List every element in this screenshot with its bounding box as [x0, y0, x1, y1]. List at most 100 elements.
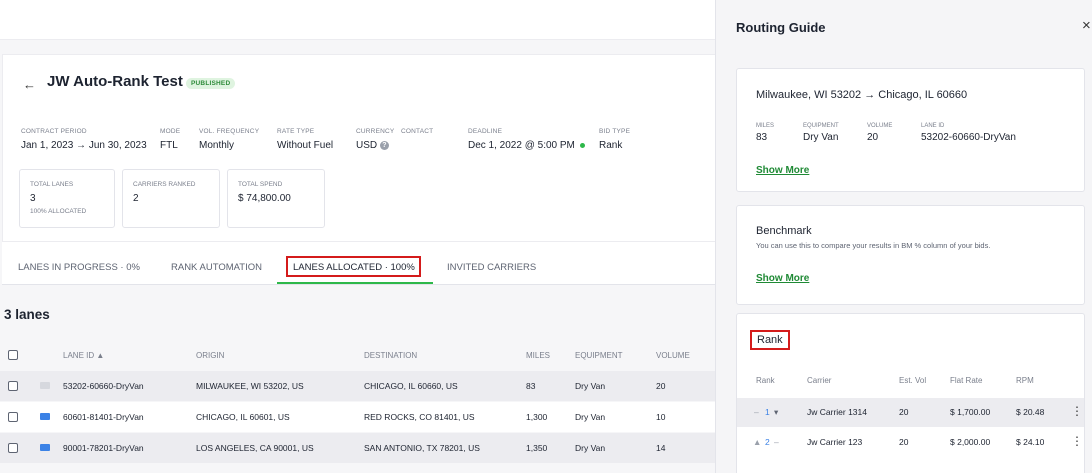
lane-id-label: LANE ID [921, 123, 945, 129]
deadline-value: Dec 1, 2022 @ 5:00 PM [468, 140, 585, 151]
status-dot-icon [579, 142, 585, 148]
table-row[interactable]: 60601-81401-DryVan CHICAGO, IL 60601, US… [0, 402, 715, 432]
rank-number: 1 [765, 407, 770, 417]
lane-id-cell: 53202-60660-DryVan [63, 381, 144, 391]
contract-period-value: Jan 1, 2023 → Jun 30, 2023 [21, 140, 147, 151]
table-row[interactable]: 90001-78201-DryVan LOS ANGELES, CA 90001… [0, 433, 715, 463]
destination-cell: SAN ANTONIO, TX 78201, US [364, 443, 480, 453]
carriers-ranked-value: 2 [133, 193, 139, 204]
flat-rate-value: $ 1,700.00 [950, 407, 991, 417]
benchmark-title: Benchmark [756, 225, 812, 237]
volume-column-header: VOLUME [656, 351, 690, 360]
miles-column-header: MILES [526, 351, 551, 360]
rank-number: 2 [765, 437, 770, 447]
lane-id-cell: 60601-81401-DryVan [63, 412, 144, 422]
rank-row[interactable]: ▲ 2 – Jw Carrier 123 20 $ 2,000.00 $ 24.… [737, 428, 1084, 457]
bid-type-label: BID TYPE [599, 128, 631, 135]
equipment-cell: Dry Van [575, 381, 606, 391]
top-bar [0, 0, 715, 40]
rate-type-value: Without Fuel [277, 140, 334, 151]
close-icon[interactable]: × [1082, 17, 1091, 34]
select-all-checkbox[interactable] [8, 350, 18, 360]
contact-label: CONTACT [401, 128, 434, 135]
rank-up-icon[interactable]: – [754, 407, 759, 417]
destination-cell: CHICAGO, IL 60660, US [364, 381, 458, 391]
tab-invited-carriers[interactable]: INVITED CARRIERS [447, 262, 536, 273]
miles-cell: 83 [526, 381, 536, 391]
rank-column-header: Rank [756, 376, 775, 385]
vol-frequency-value: Monthly [199, 140, 235, 151]
rpm-value: $ 20.48 [1016, 407, 1045, 417]
panel-title: Routing Guide [736, 20, 826, 35]
status-badge: PUBLISHED [186, 78, 236, 89]
row-checkbox[interactable] [8, 381, 18, 391]
equipment-value: Dry Van [803, 132, 839, 143]
mail-icon [40, 444, 50, 451]
volume-cell: 10 [656, 412, 666, 422]
carriers-ranked-card: CARRIERS RANKED 2 [122, 169, 220, 228]
benchmark-show-more-link[interactable]: Show More [756, 273, 809, 284]
destination-cell: RED ROCKS, CO 81401, US [364, 412, 475, 422]
back-arrow-icon[interactable]: ← [23, 77, 36, 92]
lane-summary-card: Milwaukee, WI 53202 → Chicago, IL 60660 … [736, 68, 1085, 192]
rate-type-label: RATE TYPE [277, 128, 315, 135]
contract-page: ← JW Auto-Rank Test PUBLISHED CONTRACT P… [0, 0, 715, 473]
total-lanes-value: 3 [30, 193, 36, 204]
routing-guide-panel: Routing Guide × Milwaukee, WI 53202 → Ch… [715, 0, 1092, 473]
table-row[interactable]: 53202-60660-DryVan MILWAUKEE, WI 53202, … [0, 371, 715, 401]
more-options-icon[interactable]: ⋮ [1071, 404, 1083, 418]
lane-id-value: 53202-60660-DryVan [921, 132, 1016, 143]
contract-period-label: CONTRACT PERIOD [21, 128, 87, 135]
deadline-label: DEADLINE [468, 128, 503, 135]
lane-id-column-header[interactable]: LANE ID ▲ [63, 351, 104, 360]
origin-cell: CHICAGO, IL 60601, US [196, 412, 290, 422]
chevron-down-icon[interactable]: ▾ [774, 407, 778, 418]
rpm-value: $ 24.10 [1016, 437, 1045, 447]
est-vol-column-header: Est. Vol [899, 376, 927, 385]
contract-title: JW Auto-Rank Test [47, 73, 183, 90]
lanes-table: LANE ID ▲ ORIGIN DESTINATION MILES EQUIP… [0, 340, 715, 473]
mode-value: FTL [160, 140, 178, 151]
row-checkbox[interactable] [8, 443, 18, 453]
total-lanes-card: TOTAL LANES 3 100% ALLOCATED [19, 169, 115, 228]
est-vol-value: 20 [899, 437, 909, 447]
equipment-cell: Dry Van [575, 412, 606, 422]
total-spend-label: TOTAL SPEND [238, 181, 283, 188]
flat-rate-value: $ 2,000.00 [950, 437, 991, 447]
destination-column-header: DESTINATION [364, 351, 418, 360]
rpm-column-header: RPM [1016, 376, 1034, 385]
table-header: LANE ID ▲ ORIGIN DESTINATION MILES EQUIP… [0, 340, 715, 370]
tab-lanes-in-progress[interactable]: LANES IN PROGRESS · 0% [18, 262, 140, 273]
rank-up-icon[interactable]: ▲ [753, 437, 761, 447]
mode-label: MODE [160, 128, 181, 135]
tab-lanes-allocated[interactable]: LANES ALLOCATED · 100% [293, 262, 415, 273]
carrier-column-header: Carrier [807, 376, 832, 385]
currency-value: USD ? [356, 140, 389, 151]
bid-type-value: Rank [599, 140, 623, 151]
volume-value: 20 [867, 132, 879, 143]
flat-rate-column-header: Flat Rate [950, 376, 983, 385]
volume-cell: 20 [656, 381, 666, 391]
rank-row[interactable]: – 1 ▾ Jw Carrier 1314 20 $ 1,700.00 $ 20… [737, 398, 1084, 427]
benchmark-card: Benchmark You can use this to compare yo… [736, 205, 1085, 305]
miles-label: MILES [756, 123, 775, 129]
miles-cell: 1,350 [526, 443, 548, 453]
contract-header-card: ← JW Auto-Rank Test PUBLISHED CONTRACT P… [2, 54, 715, 242]
show-more-link[interactable]: Show More [756, 165, 809, 176]
info-icon[interactable]: ? [379, 140, 389, 150]
equipment-label: EQUIPMENT [803, 123, 839, 129]
more-options-icon[interactable]: ⋮ [1071, 434, 1083, 448]
equipment-column-header: EQUIPMENT [575, 351, 623, 360]
lane-id-cell: 90001-78201-DryVan [63, 443, 144, 453]
rank-down-disabled-icon: – [774, 437, 779, 447]
miles-value: 83 [756, 132, 768, 143]
origin-cell: MILWAUKEE, WI 53202, US [196, 381, 304, 391]
row-checkbox[interactable] [8, 412, 18, 422]
mail-icon [40, 413, 50, 420]
rank-card: Rank Rank Carrier Est. Vol Flat Rate RPM… [736, 313, 1085, 473]
tab-rank-automation[interactable]: RANK AUTOMATION [171, 262, 262, 273]
vol-frequency-label: VOL. FREQUENCY [199, 128, 260, 135]
rank-title: Rank [757, 334, 783, 346]
est-vol-value: 20 [899, 407, 909, 417]
mail-icon [40, 382, 50, 389]
